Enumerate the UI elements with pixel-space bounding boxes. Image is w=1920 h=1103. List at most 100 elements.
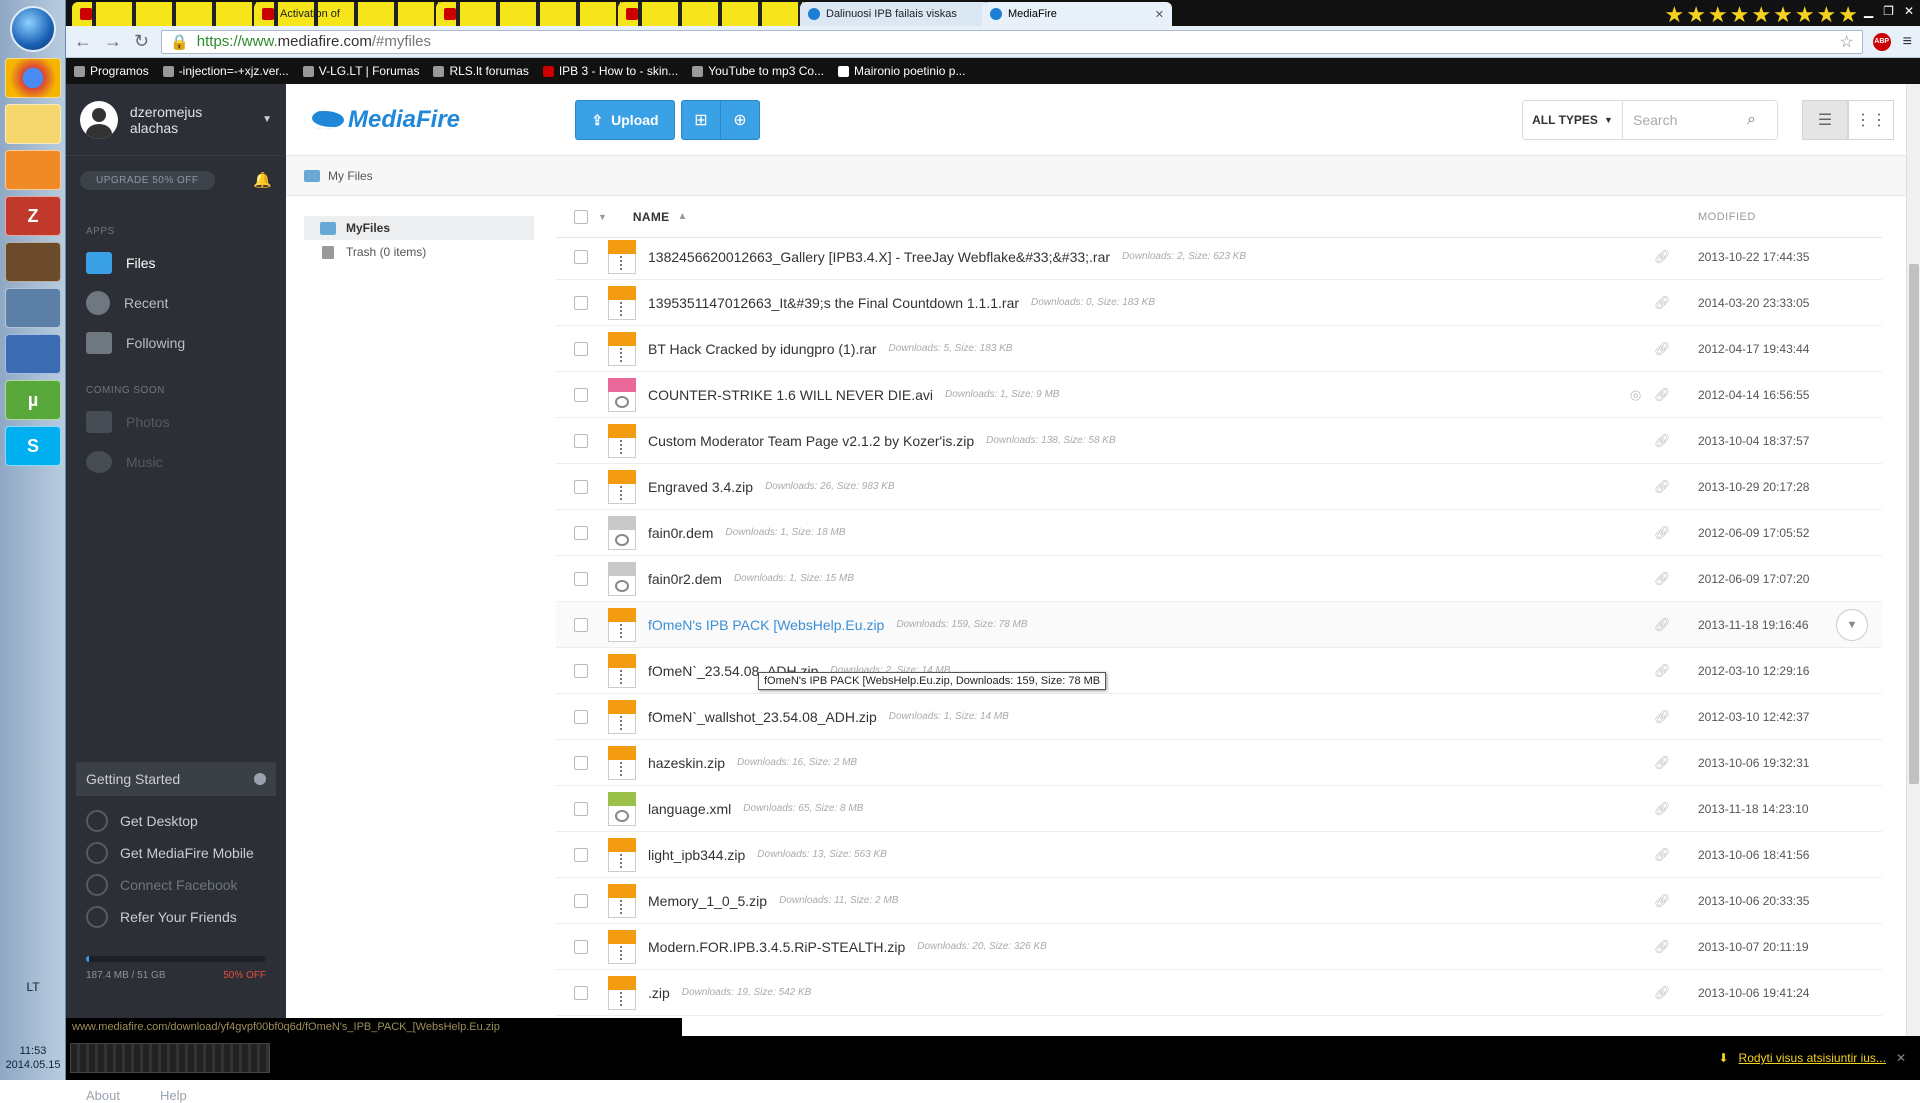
- connect-facebook-link[interactable]: Connect Facebook: [86, 874, 238, 896]
- file-name[interactable]: BT Hack Cracked by idungpro (1).rar: [648, 341, 877, 357]
- table-row[interactable]: hazeskin.zip Downloads: 16, Size: 2 MB 🔗︎ 2…: [556, 740, 1882, 786]
- link-icon[interactable]: 🔗︎: [1654, 249, 1671, 265]
- explorer-taskbar-icon[interactable]: [5, 104, 61, 144]
- more-options-icon[interactable]: ▼: [1836, 608, 1868, 641]
- browser-tab[interactable]: Activation of: [254, 2, 444, 26]
- get-desktop-link[interactable]: Get Desktop: [86, 810, 198, 832]
- close-window-icon[interactable]: ✕: [1904, 4, 1914, 18]
- close-tab-icon[interactable]: ✕: [1155, 8, 1164, 21]
- row-checkbox[interactable]: [574, 249, 588, 264]
- link-icon[interactable]: 🔗︎: [1654, 663, 1671, 679]
- type-filter-dropdown[interactable]: ALL TYPES ▼: [1523, 101, 1623, 139]
- row-checkbox[interactable]: [574, 433, 588, 448]
- browser-tab[interactable]: [436, 2, 626, 26]
- select-all-checkbox[interactable]: [574, 209, 588, 224]
- link-icon[interactable]: 🔗︎: [1654, 755, 1671, 771]
- table-row[interactable]: fOmeN`_wallshot_23.54.08_ADH.zip Download…: [556, 694, 1882, 740]
- language-indicator[interactable]: LT: [0, 980, 66, 994]
- media-player-taskbar-icon[interactable]: [5, 150, 61, 190]
- search-input[interactable]: Search: [1623, 112, 1747, 128]
- file-name[interactable]: hazeskin.zip: [648, 755, 725, 771]
- bookmark-item[interactable]: Programos: [74, 64, 149, 78]
- browser-tab[interactable]: Dalinuosi IPB failais viskas: [800, 2, 990, 26]
- user-menu[interactable]: dzeromejus alachas ▼: [66, 84, 286, 156]
- row-checkbox[interactable]: [574, 663, 588, 678]
- new-file-button[interactable]: ⊕: [720, 100, 760, 140]
- file-name[interactable]: Memory_1_0_5.zip: [648, 893, 767, 909]
- file-name[interactable]: Engraved 3.4.zip: [648, 479, 753, 495]
- new-folder-button[interactable]: ⊞: [681, 100, 721, 140]
- bookmark-item[interactable]: YouTube to mp3 Co...: [692, 64, 824, 78]
- table-row[interactable]: COUNTER-STRIKE 1.6 WILL NEVER DIE.avi Dow…: [556, 372, 1882, 418]
- utorrent-taskbar-icon[interactable]: µ: [5, 380, 61, 420]
- show-all-downloads-link[interactable]: Rodyti visus atsisiuntir ius...: [1739, 1051, 1886, 1065]
- file-name[interactable]: Modern.FOR.IPB.3.4.5.RiP-STEALTH.zip: [648, 939, 905, 955]
- file-name[interactable]: Custom Moderator Team Page v2.1.2 by Koz…: [648, 433, 974, 449]
- mediafire-logo[interactable]: MediaFire: [304, 106, 460, 134]
- download-item[interactable]: [70, 1043, 270, 1073]
- get-mobile-link[interactable]: Get MediaFire Mobile: [86, 842, 254, 864]
- table-row[interactable]: language.xml Downloads: 65, Size: 8 MB 🔗︎ 2…: [556, 786, 1882, 832]
- row-checkbox[interactable]: [574, 295, 588, 310]
- row-checkbox[interactable]: [574, 709, 588, 724]
- browser-tab-active[interactable]: MediaFire ✕: [982, 2, 1172, 26]
- link-icon[interactable]: 🔗︎: [1654, 985, 1671, 1001]
- table-row[interactable]: fOmeN`_23.54.08_ADH.zip Downloads: 2, Siz…: [556, 648, 1882, 694]
- breadcrumb-item[interactable]: My Files: [328, 169, 373, 183]
- table-row[interactable]: BT Hack Cracked by idungpro (1).rar Downl…: [556, 326, 1882, 372]
- menu-icon[interactable]: ≡: [1903, 33, 1912, 51]
- bookmark-item[interactable]: IPB 3 - How to - skin...: [542, 64, 678, 78]
- bookmark-star-icon[interactable]: ☆: [1839, 32, 1853, 52]
- row-checkbox[interactable]: [574, 801, 588, 816]
- tree-item-myfiles[interactable]: MyFiles: [304, 216, 534, 240]
- link-icon[interactable]: 🔗︎: [1654, 847, 1671, 863]
- file-name[interactable]: fOmeN`_wallshot_23.54.08_ADH.zip: [648, 709, 877, 725]
- back-icon[interactable]: ←: [74, 31, 92, 52]
- row-checkbox[interactable]: [574, 525, 588, 540]
- row-checkbox[interactable]: [574, 617, 588, 632]
- row-checkbox[interactable]: [574, 387, 588, 402]
- table-row[interactable]: Custom Moderator Team Page v2.1.2 by Koz…: [556, 418, 1882, 464]
- share-icon[interactable]: ◎: [1630, 387, 1641, 403]
- browser-tab[interactable]: [618, 2, 808, 26]
- forward-icon[interactable]: →: [104, 31, 122, 52]
- link-icon[interactable]: 🔗︎: [1654, 295, 1671, 311]
- upgrade-button[interactable]: UPGRADE 50% OFF: [80, 170, 215, 190]
- link-icon[interactable]: 🔗︎: [1654, 433, 1671, 449]
- start-button[interactable]: [10, 6, 56, 52]
- about-link[interactable]: About: [86, 1088, 120, 1103]
- row-checkbox[interactable]: [574, 755, 588, 770]
- network-taskbar-icon[interactable]: [5, 334, 61, 374]
- reload-icon[interactable]: ↻: [134, 31, 149, 52]
- file-name[interactable]: fOmeN's IPB PACK [WebsHelp.Eu.zip: [648, 617, 884, 633]
- link-icon[interactable]: 🔗︎: [1654, 801, 1671, 817]
- file-name[interactable]: language.xml: [648, 801, 731, 817]
- game-taskbar-icon[interactable]: [5, 242, 61, 282]
- upload-button[interactable]: ⇪ Upload: [575, 100, 675, 140]
- file-name[interactable]: light_ipb344.zip: [648, 847, 745, 863]
- bookmark-item[interactable]: V-LG.LT | Forumas: [302, 64, 419, 78]
- table-row[interactable]: Modern.FOR.IPB.3.4.5.RiP-STEALTH.zip Down…: [556, 924, 1882, 970]
- row-checkbox[interactable]: [574, 479, 588, 494]
- file-name[interactable]: 1395351147012663_It&#39;s the Final Coun…: [648, 295, 1019, 311]
- bookmark-item[interactable]: Maironio poetinio p...: [838, 64, 965, 78]
- row-checkbox[interactable]: [574, 341, 588, 356]
- chrome-taskbar-icon[interactable]: [5, 58, 61, 98]
- adblock-icon[interactable]: ABP: [1872, 32, 1891, 51]
- table-row[interactable]: Engraved 3.4.zip Downloads: 26, Size: 983…: [556, 464, 1882, 510]
- link-icon[interactable]: 🔗︎: [1654, 341, 1671, 357]
- link-icon[interactable]: 🔗︎: [1654, 571, 1671, 587]
- page-scrollbar[interactable]: [1906, 84, 1920, 1042]
- sidebar-item-recent[interactable]: Recent: [66, 283, 286, 323]
- select-menu-caret-icon[interactable]: ▼: [598, 212, 607, 222]
- file-name[interactable]: fain0r.dem: [648, 525, 713, 541]
- help-link[interactable]: Help: [160, 1088, 187, 1103]
- table-row[interactable]: fOmeN's IPB PACK [WebsHelp.Eu.zip Downloa…: [556, 602, 1882, 648]
- table-row[interactable]: fain0r2.dem Downloads: 1, Size: 15 MB 🔗︎ 20…: [556, 556, 1882, 602]
- bookmark-item[interactable]: -injection=-+xjz.ver...: [162, 64, 289, 78]
- table-row[interactable]: 1395351147012663_It&#39;s the Final Coun…: [556, 280, 1882, 326]
- address-bar[interactable]: 🔒 https://www. mediafire.com/#myfiles ☆: [161, 29, 1863, 54]
- table-row[interactable]: light_ipb344.zip Downloads: 13, Size: 563…: [556, 832, 1882, 878]
- row-checkbox[interactable]: [574, 985, 588, 1000]
- row-checkbox[interactable]: [574, 847, 588, 862]
